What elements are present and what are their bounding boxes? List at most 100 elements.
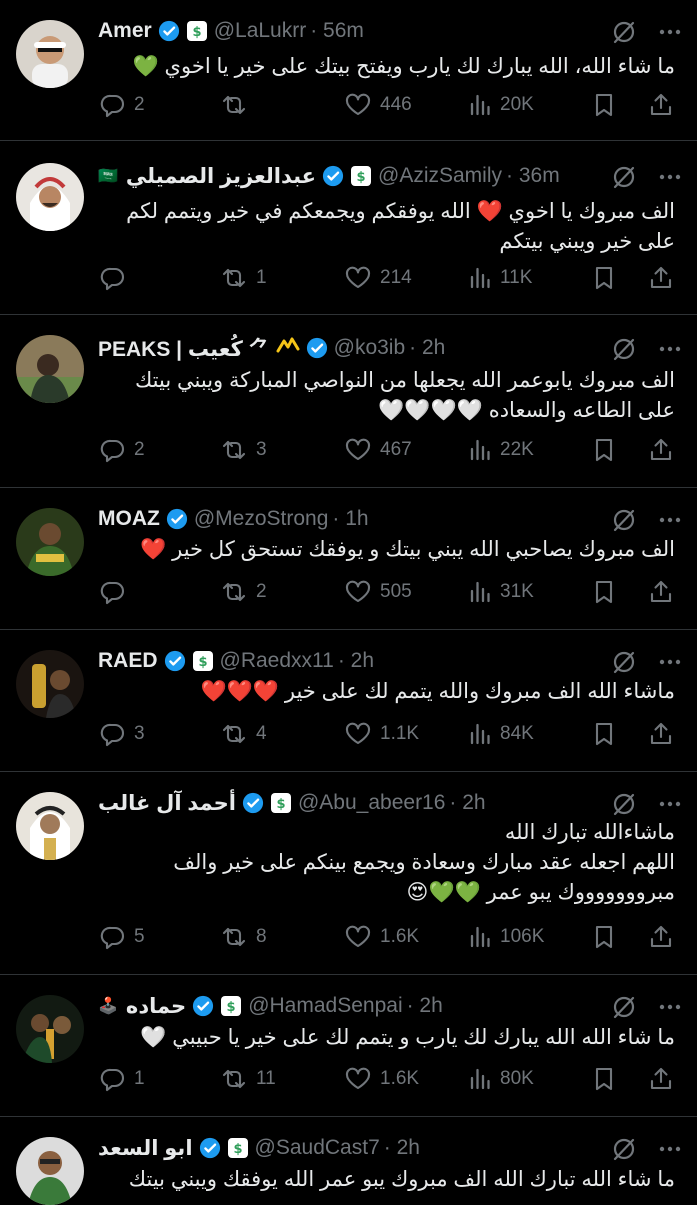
timestamp[interactable]: · 2h	[409, 336, 445, 360]
handle[interactable]: @SaudCast7	[255, 1136, 380, 1160]
grok-icon[interactable]	[611, 336, 637, 362]
more-icon[interactable]	[657, 19, 683, 45]
handle[interactable]: @ko3ib	[334, 336, 406, 360]
share-button[interactable]	[648, 716, 674, 752]
reply-button[interactable]: 2	[100, 432, 145, 468]
bookmark-button[interactable]	[592, 574, 616, 610]
affiliate-badge-icon[interactable]: $	[192, 650, 214, 672]
avatar[interactable]	[16, 163, 84, 231]
share-button[interactable]	[648, 574, 674, 610]
grok-icon[interactable]	[611, 994, 637, 1020]
affiliate-badge-icon[interactable]: $	[220, 995, 242, 1017]
more-icon[interactable]	[657, 164, 683, 190]
reply-button[interactable]	[100, 574, 134, 610]
affiliate-badge-icon[interactable]: $	[227, 1137, 249, 1159]
tweet[interactable]: MOAZ @MezoStrong · 1h الف مبروك يصاحبي ا…	[0, 488, 697, 630]
repost-button[interactable]: 1	[220, 260, 267, 296]
views-button[interactable]: 22K	[468, 432, 534, 468]
affiliate-badge-icon[interactable]: $	[270, 792, 292, 814]
timestamp[interactable]: · 1h	[332, 507, 368, 531]
display-name[interactable]: Amer	[98, 19, 152, 43]
reply-button[interactable]: 3	[100, 716, 145, 752]
avatar[interactable]	[16, 508, 84, 576]
display-name[interactable]: عبدالعزيز الصميلي	[126, 164, 316, 189]
tweet[interactable]: RAED $ @Raedxx11 · 2h ماشاء الله الف مبر…	[0, 630, 697, 772]
reply-button[interactable]: 5	[100, 919, 145, 955]
bookmark-button[interactable]	[592, 260, 616, 296]
tweet[interactable]: 🇸🇦 عبدالعزيز الصميلي $ @AzizSamily · 36m…	[0, 141, 697, 315]
views-button[interactable]: 80K	[468, 1061, 534, 1097]
display-name[interactable]: ابو السعد	[98, 1136, 193, 1161]
share-button[interactable]	[648, 260, 674, 296]
like-button[interactable]: 1.1K	[344, 716, 419, 752]
grok-icon[interactable]	[611, 507, 637, 533]
more-icon[interactable]	[657, 507, 683, 533]
timestamp[interactable]: · 2h	[449, 791, 485, 815]
like-button[interactable]: 1.6K	[344, 1061, 419, 1097]
affiliate-badge-icon[interactable]: $	[186, 20, 208, 42]
bookmark-button[interactable]	[592, 87, 616, 123]
timestamp[interactable]: · 2h	[384, 1136, 420, 1160]
repost-button[interactable]: 11	[220, 1061, 276, 1097]
grok-icon[interactable]	[611, 1136, 637, 1162]
display-name[interactable]: MOAZ	[98, 507, 160, 531]
timestamp[interactable]: · 56m	[310, 19, 364, 43]
display-name[interactable]: PEAKS | كُعيب ⺈	[98, 333, 270, 363]
grok-icon[interactable]	[611, 164, 637, 190]
timestamp[interactable]: · 2h	[338, 649, 374, 673]
like-button[interactable]: 446	[344, 87, 412, 123]
reply-button[interactable]	[100, 260, 134, 296]
handle[interactable]: @AzizSamily	[378, 164, 502, 188]
repost-button[interactable]: 2	[220, 574, 267, 610]
repost-button[interactable]: 8	[220, 919, 267, 955]
display-name[interactable]: أحمد آل غالب	[98, 791, 236, 816]
like-button[interactable]: 1.6K	[344, 919, 419, 955]
avatar[interactable]	[16, 792, 84, 860]
more-icon[interactable]	[657, 1136, 683, 1162]
like-button[interactable]: 214	[344, 260, 412, 296]
more-icon[interactable]	[657, 791, 683, 817]
like-button[interactable]: 467	[344, 432, 412, 468]
reply-button[interactable]: 1	[100, 1061, 145, 1097]
bookmark-button[interactable]	[592, 919, 616, 955]
share-button[interactable]	[648, 1061, 674, 1097]
share-button[interactable]	[648, 432, 674, 468]
tweet[interactable]: أحمد آل غالب $ @Abu_abeer16 · 2h ماشاءال…	[0, 772, 697, 975]
bookmark-button[interactable]	[592, 432, 616, 468]
repost-button[interactable]: 4	[220, 716, 267, 752]
affiliate-badge-icon[interactable]: $	[350, 165, 372, 187]
avatar[interactable]	[16, 335, 84, 403]
more-icon[interactable]	[657, 336, 683, 362]
avatar[interactable]	[16, 20, 84, 88]
timestamp[interactable]: · 2h	[407, 994, 443, 1018]
tweet[interactable]: PEAKS | كُعيب ⺈ @ko3ib · 2h الف مبروك يا…	[0, 315, 697, 488]
timestamp[interactable]: · 36m	[506, 164, 560, 188]
views-button[interactable]: 20K	[468, 87, 534, 123]
tweet[interactable]: ابو السعد $ @SaudCast7 · 2h ما شاء الله …	[0, 1117, 697, 1205]
reply-button[interactable]: 2	[100, 87, 145, 123]
grok-icon[interactable]	[611, 791, 637, 817]
handle[interactable]: @MezoStrong	[194, 507, 329, 531]
more-icon[interactable]	[657, 649, 683, 675]
grok-icon[interactable]	[611, 19, 637, 45]
views-button[interactable]: 11K	[468, 260, 532, 296]
like-button[interactable]: 505	[344, 574, 412, 610]
display-name[interactable]: حماده	[126, 994, 186, 1019]
grok-icon[interactable]	[611, 649, 637, 675]
repost-button[interactable]: 3	[220, 432, 267, 468]
bookmark-button[interactable]	[592, 1061, 616, 1097]
handle[interactable]: @LaLukrr	[214, 19, 307, 43]
tweet[interactable]: Amer $ @LaLukrr · 56m ما شاء الله، الله …	[0, 0, 697, 141]
handle[interactable]: @HamadSenpai	[248, 994, 402, 1018]
display-name[interactable]: RAED	[98, 649, 158, 673]
share-button[interactable]	[648, 87, 674, 123]
views-button[interactable]: 84K	[468, 716, 534, 752]
avatar[interactable]	[16, 650, 84, 718]
handle[interactable]: @Abu_abeer16	[298, 791, 445, 815]
share-button[interactable]	[648, 919, 674, 955]
views-button[interactable]: 31K	[468, 574, 534, 610]
handle[interactable]: @Raedxx11	[220, 649, 334, 673]
avatar[interactable]	[16, 1137, 84, 1205]
views-button[interactable]: 106K	[468, 919, 544, 955]
bookmark-button[interactable]	[592, 716, 616, 752]
